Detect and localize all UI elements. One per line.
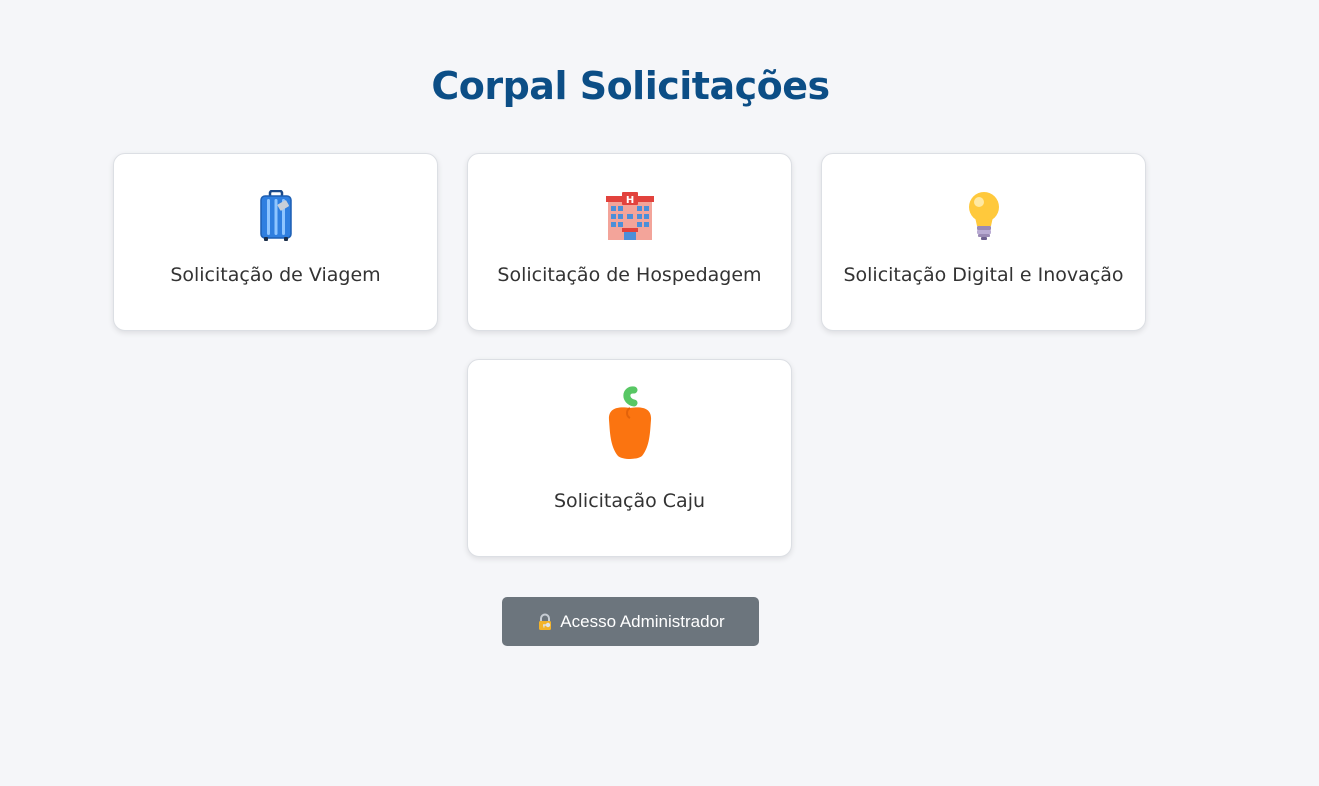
card-digital-innovation-request[interactable]: Solicitação Digital e Inovação — [821, 153, 1146, 331]
card-travel-request[interactable]: Solicitação de Viagem — [113, 153, 438, 331]
card-caju-request[interactable]: Solicitação Caju — [467, 359, 792, 557]
card-label: Solicitação Caju — [553, 490, 706, 512]
card-label: Solicitação de Viagem — [170, 264, 381, 286]
admin-button-label: Acesso Administrador — [560, 611, 725, 631]
lightbulb-icon — [964, 190, 1004, 246]
card-label: Solicitação Digital e Inovação — [843, 264, 1124, 286]
suitcase-icon — [259, 189, 293, 246]
card-label: Solicitação de Hospedagem — [497, 264, 762, 286]
lock-with-key-icon — [536, 613, 554, 631]
page-title: Corpal Solicitações — [431, 64, 830, 108]
hotel-icon: H — [605, 192, 655, 246]
card-lodging-request[interactable]: H Solicitação de Hospedagem — [467, 153, 792, 331]
admin-access-button[interactable]: Acesso Administrador — [502, 597, 759, 646]
bell-pepper-icon — [606, 386, 654, 464]
svg-text:H: H — [625, 195, 633, 206]
